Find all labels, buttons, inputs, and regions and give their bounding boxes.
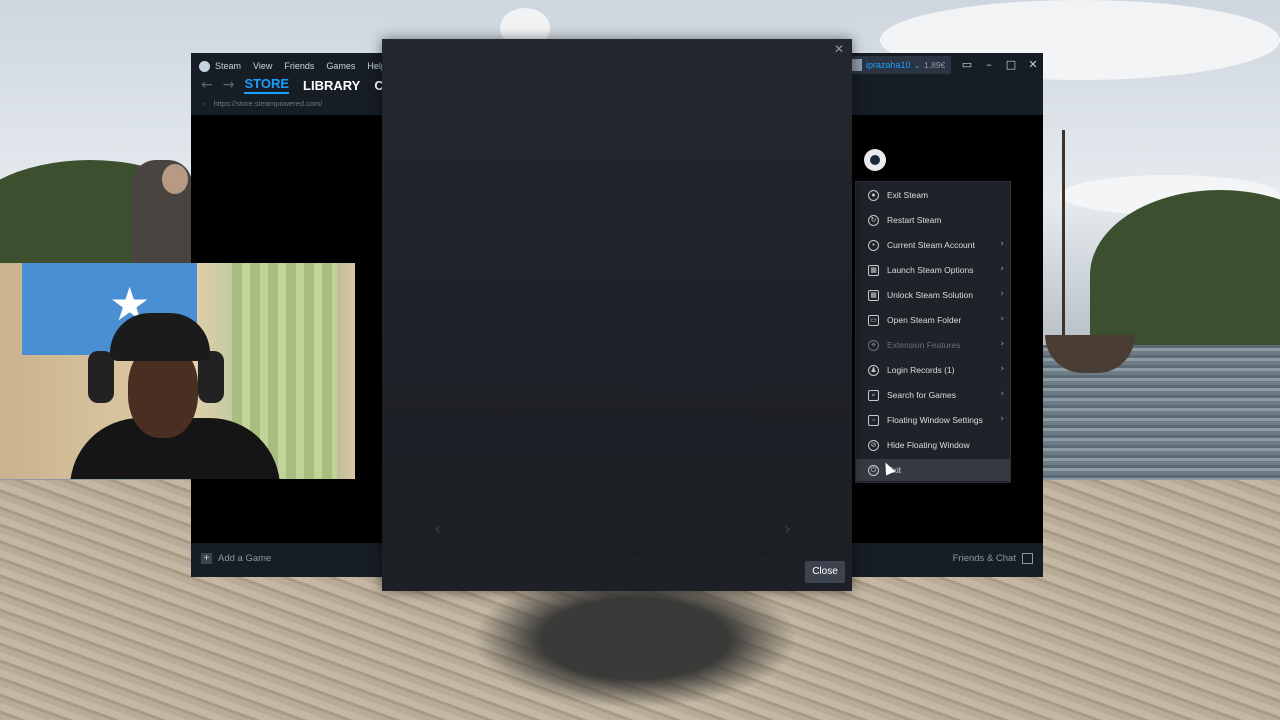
close-button[interactable]: Close bbox=[805, 561, 845, 583]
menu-item-exit-steam[interactable]: ● Exit Steam bbox=[856, 184, 1010, 206]
friends-chat-button[interactable]: Friends & Chat bbox=[953, 553, 1033, 564]
menu-item-extension-features: ✧ Extension Features › bbox=[856, 334, 1010, 356]
modal-footer: Close bbox=[382, 556, 852, 591]
steam-menu-bar: Steam View Friends Games Help bbox=[199, 59, 398, 73]
menu-view[interactable]: View bbox=[253, 61, 272, 71]
webcam-overlay: ★ bbox=[0, 263, 355, 479]
tray-context-menu: ● Exit Steam ↻ Restart Steam • Current S… bbox=[855, 181, 1011, 483]
folder-icon: ▭ bbox=[868, 314, 879, 326]
add-game-button[interactable]: + Add a Game bbox=[201, 553, 271, 564]
chevron-right-icon: › bbox=[1000, 364, 1004, 374]
menu-item-floating-window-settings[interactable]: ▫ Floating Window Settings › bbox=[856, 409, 1010, 431]
friends-chat-label: Friends & Chat bbox=[952, 553, 1016, 564]
puzzle-icon: ✧ bbox=[868, 339, 879, 351]
grid-icon: ▦ bbox=[868, 289, 879, 301]
add-game-label: Add a Game bbox=[218, 553, 272, 564]
menu-item-label: Restart Steam bbox=[887, 215, 942, 225]
menu-item-exit[interactable]: ⏻ Exit bbox=[856, 459, 1010, 481]
menu-friends[interactable]: Friends bbox=[284, 61, 314, 71]
account-menu[interactable]: iprazaha10 ⌄ 1,89€ bbox=[848, 56, 952, 74]
steam-tray-icon[interactable] bbox=[864, 149, 886, 171]
window-controls: ▭ – □ ✕ bbox=[956, 56, 1044, 72]
menu-item-label: Launch Steam Options bbox=[887, 265, 974, 275]
chevron-right-icon: › bbox=[1000, 289, 1004, 299]
chevron-left-icon[interactable]: ‹ bbox=[434, 519, 441, 540]
close-icon[interactable]: ✕ bbox=[1022, 58, 1044, 71]
menu-item-unlock-solution[interactable]: ▦ Unlock Steam Solution › bbox=[856, 284, 1010, 306]
tab-store[interactable]: STORE bbox=[244, 76, 290, 94]
menu-item-label: Unlock Steam Solution bbox=[887, 290, 973, 300]
user-icon: ♟ bbox=[868, 364, 879, 376]
chevron-down-icon: ⌄ bbox=[913, 59, 922, 70]
menu-games[interactable]: Games bbox=[326, 61, 355, 71]
maximize-icon[interactable]: □ bbox=[1000, 58, 1022, 71]
menu-item-label: Exit Steam bbox=[887, 190, 929, 200]
menu-item-launch-options[interactable]: ▦ Launch Steam Options › bbox=[856, 259, 1010, 281]
chat-icon bbox=[1022, 553, 1033, 564]
refresh-icon: ↻ bbox=[868, 214, 879, 226]
chevron-right-icon: › bbox=[1000, 264, 1004, 274]
menu-item-login-records[interactable]: ♟ Login Records (1) › bbox=[856, 359, 1010, 381]
modal-dialog: ✕ ‹ › Close bbox=[382, 39, 852, 591]
url-text: https://store.steampowered.com/ bbox=[213, 99, 323, 108]
chevron-right-icon: › bbox=[1000, 389, 1004, 399]
menu-item-label: Floating Window Settings bbox=[887, 415, 983, 425]
menu-item-search-games[interactable]: ⌕ Search for Games › bbox=[856, 384, 1010, 406]
menu-item-open-folder[interactable]: ▭ Open Steam Folder › bbox=[856, 309, 1010, 331]
window-icon: ▫ bbox=[868, 414, 879, 426]
menu-item-label: Extension Features bbox=[887, 340, 961, 350]
back-arrow-icon[interactable]: ← bbox=[201, 77, 213, 93]
chevron-right-icon: › bbox=[1000, 414, 1004, 424]
menu-item-restart-steam[interactable]: ↻ Restart Steam bbox=[856, 209, 1010, 231]
wallet-balance: 1,89€ bbox=[924, 60, 946, 70]
grid-icon: ▦ bbox=[868, 264, 879, 276]
power-circle-icon: ● bbox=[868, 189, 879, 201]
big-picture-icon[interactable]: ▭ bbox=[956, 58, 978, 71]
menu-item-hide-floating-window[interactable]: ⊘ Hide Floating Window bbox=[856, 434, 1010, 456]
chevron-right-icon: › bbox=[1000, 239, 1004, 249]
plus-icon: + bbox=[201, 553, 212, 564]
tab-library[interactable]: LIBRARY bbox=[303, 78, 360, 93]
forward-arrow-icon[interactable]: → bbox=[223, 77, 235, 93]
url-bar: ‹ https://store.steampowered.com/ bbox=[203, 99, 322, 108]
search-box-icon: ⌕ bbox=[868, 389, 879, 401]
location-pin-icon: • bbox=[868, 239, 879, 251]
menu-item-label: Open Steam Folder bbox=[887, 315, 962, 325]
eye-off-icon: ⊘ bbox=[868, 439, 879, 451]
close-icon[interactable]: ✕ bbox=[834, 42, 844, 56]
menu-item-current-account[interactable]: • Current Steam Account › bbox=[856, 234, 1010, 256]
minimize-icon[interactable]: – bbox=[978, 58, 1000, 71]
chevron-right-icon[interactable]: › bbox=[784, 519, 791, 540]
chevron-right-icon: › bbox=[1000, 314, 1004, 324]
account-name: iprazaha10 bbox=[866, 60, 911, 70]
back-small-icon: ‹ bbox=[203, 99, 206, 108]
menu-item-label: Search for Games bbox=[887, 390, 956, 400]
menu-item-label: Login Records (1) bbox=[887, 365, 955, 375]
power-icon: ⏻ bbox=[868, 464, 879, 476]
steam-logo-icon bbox=[199, 60, 210, 72]
chevron-right-icon: › bbox=[1000, 339, 1004, 349]
menu-item-label: Hide Floating Window bbox=[887, 440, 970, 450]
menu-item-label: Current Steam Account bbox=[887, 240, 975, 250]
menu-steam[interactable]: Steam bbox=[215, 61, 241, 71]
streamer-image bbox=[70, 313, 280, 479]
